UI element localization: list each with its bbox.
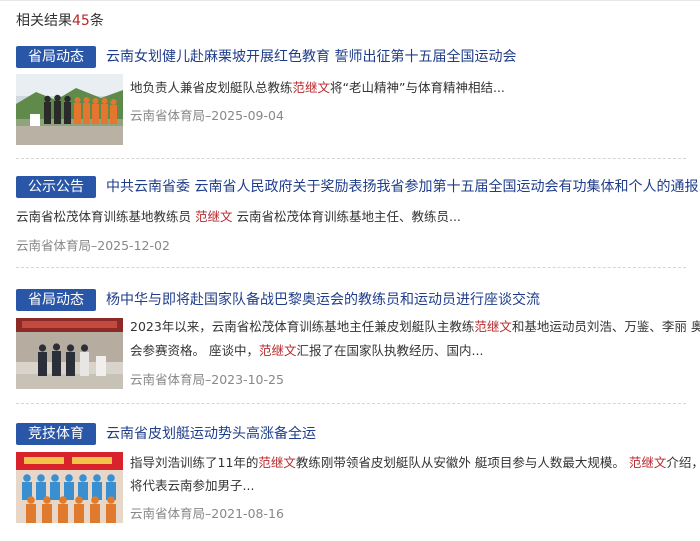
category-tag[interactable]: 省局动态 <box>16 289 96 311</box>
photo-group-indoor <box>16 318 123 389</box>
photo-team-group <box>16 452 123 523</box>
result-title-link[interactable]: 云南女划健儿赴麻栗坡开展红色教育 誓师出征第十五届全国运动会 <box>106 46 516 68</box>
result-source-date: 云南省体育局–2025-09-04 <box>130 108 284 123</box>
result-snippet: 将代表云南参加男子... <box>130 476 254 496</box>
snippet-text: 将代表云南参加男子... <box>130 478 255 493</box>
snippet-text: 云南省松茂体育训练基地教练员 <box>16 209 195 224</box>
snippet-text: 将“老山精神”与体育精神相结... <box>330 80 505 95</box>
snippet-highlight: 范继文 <box>628 455 667 470</box>
result-count: 相关结果45条 <box>16 10 104 30</box>
result-snippet: 2023年以来，云南省松茂体育训练基地主任兼皮划艇队主教练范继文和基地运动员刘浩… <box>130 317 700 337</box>
result-thumbnail[interactable] <box>16 452 123 523</box>
result-count-suffix: 条 <box>89 13 104 29</box>
snippet-text: 会参赛资格。 座谈中， <box>130 343 259 358</box>
category-tag[interactable]: 公示公告 <box>16 176 96 198</box>
result-snippet: 指导刘浩训练了11年的范继文教练刚带领省皮划艇队从安徽外 艇项目参与人数最大规模… <box>130 453 700 473</box>
snippet-text: 指导刘浩训练了11年的 <box>130 455 259 470</box>
result-item: 省局动态 云南女划健儿赴麻栗坡开展红色教育 誓师出征第十五届全国运动会 地负责人… <box>16 46 686 145</box>
snippet-highlight: 范继文 <box>474 319 512 334</box>
result-title-link[interactable]: 云南省皮划艇运动势头高涨备全运 <box>106 423 316 445</box>
category-tag[interactable]: 竞技体育 <box>16 423 96 445</box>
category-tag[interactable]: 省局动态 <box>16 46 96 68</box>
result-item: 公示公告 中共云南省委 云南省人民政府关于奖励表扬我省参加第十五届全国运动会有功… <box>16 176 698 256</box>
result-source-date: 云南省体育局–2023-10-25 <box>130 372 284 387</box>
snippet-text: 介绍，刘浩 <box>666 455 700 470</box>
snippet-highlight: 范继文 <box>258 343 297 358</box>
snippet-text: 和基地运动员刘浩、万鉴、李丽 奥运 <box>511 319 700 334</box>
result-count-number: 45 <box>72 13 90 29</box>
result-item: 省局动态 杨中华与即将赴国家队备战巴黎奥运会的教练员和运动员进行座谈交流 202… <box>16 289 700 389</box>
snippet-highlight: 范继文 <box>258 455 296 470</box>
snippet-highlight: 范继文 <box>292 80 331 95</box>
result-divider <box>16 267 686 268</box>
result-divider <box>16 158 686 159</box>
result-title-link[interactable]: 杨中华与即将赴国家队备战巴黎奥运会的教练员和运动员进行座谈交流 <box>106 289 540 311</box>
result-thumbnail[interactable] <box>16 318 123 389</box>
result-source-date: 云南省体育局–2021-08-16 <box>130 506 284 521</box>
result-source-date: 云南省体育局–2025-12-02 <box>16 238 170 253</box>
result-snippet: 云南省松茂体育训练基地教练员 范继文 云南省松茂体育训练基地主任、教练员... <box>16 207 461 227</box>
result-title-link[interactable]: 中共云南省委 云南省人民政府关于奖励表扬我省参加第十五届全国运动会有功集体和个人… <box>106 176 698 198</box>
photo-group-outdoor <box>16 74 123 145</box>
snippet-text: 地负责人兼省皮划艇队总教练 <box>130 80 293 95</box>
result-snippet: 会参赛资格。 座谈中，范继文汇报了在国家队执教经历、国内... <box>130 341 483 361</box>
search-results-page: 相关结果45条 省局动态 云南女划健儿赴麻栗坡开展红色教育 誓师出征第十五届全国… <box>0 0 700 541</box>
result-divider <box>16 403 686 404</box>
snippet-highlight: 范继文 <box>194 209 233 224</box>
snippet-text: 2023年以来，云南省松茂体育训练基地主任兼皮划艇队主教练 <box>130 319 475 334</box>
top-divider <box>0 0 700 1</box>
result-thumbnail[interactable] <box>16 74 123 145</box>
result-snippet: 地负责人兼省皮划艇队总教练范继文将“老山精神”与体育精神相结... <box>130 78 505 98</box>
snippet-text: 汇报了在国家队执教经历、国内... <box>296 343 484 358</box>
result-count-prefix: 相关结果 <box>16 13 72 29</box>
snippet-text: 教练刚带领省皮划艇队从安徽外 艇项目参与人数最大规模。 <box>295 455 629 470</box>
result-item: 竞技体育 云南省皮划艇运动势头高涨备全运 指导刘浩训练了11年的范继文教练刚带领… <box>16 423 700 523</box>
snippet-text: 云南省松茂体育训练基地主任、教练员... <box>232 209 461 224</box>
